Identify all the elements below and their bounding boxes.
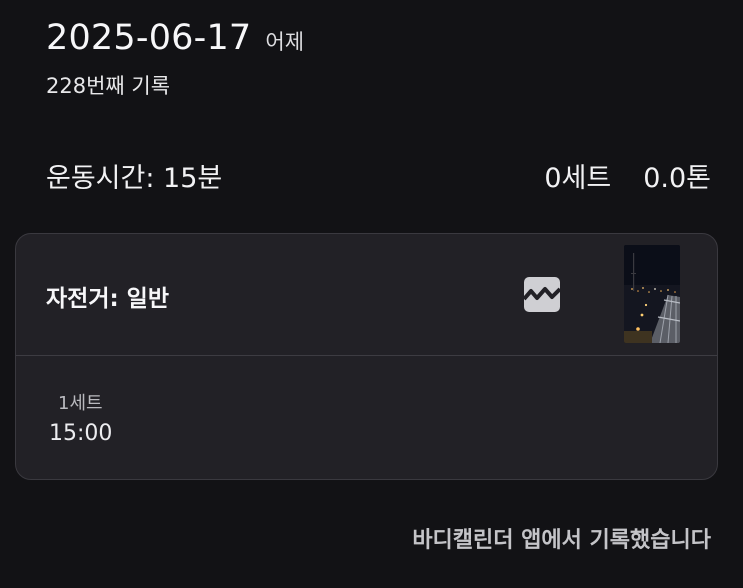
set-label: 1세트 [58,393,103,414]
workout-stats: 운동시간: 15분 0세트 0.0톤 [46,156,711,195]
night-bridge-photo[interactable] [624,245,680,343]
line-chart-icon[interactable] [524,277,560,312]
date-row: 2025-06-17 어제 [46,18,304,58]
record-count: 228번째 기록 [46,74,171,98]
app-credit-note: 바디캘린더 앱에서 기록했습니다 [412,528,711,553]
record-date: 2025-06-17 [46,18,252,58]
workout-card-header: 자전거: 일반 [16,234,717,356]
record-header: 2025-06-17 어제 228번째 기록 [46,18,304,100]
stats-summary: 0세트 0.0톤 [544,156,711,195]
exercise-name: 자전거: 일반 [46,286,170,312]
set-time: 15:00 [49,421,113,446]
exercise-time: 운동시간: 15분 [46,163,223,194]
weight-total: 0.0톤 [643,163,711,194]
set-entry: 1세트 15:00 [49,389,112,446]
set-total: 0세트 [544,163,612,194]
workout-card[interactable]: 자전거: 일반 1세트 15:00 [15,233,718,480]
relative-day: 어제 [265,30,305,54]
